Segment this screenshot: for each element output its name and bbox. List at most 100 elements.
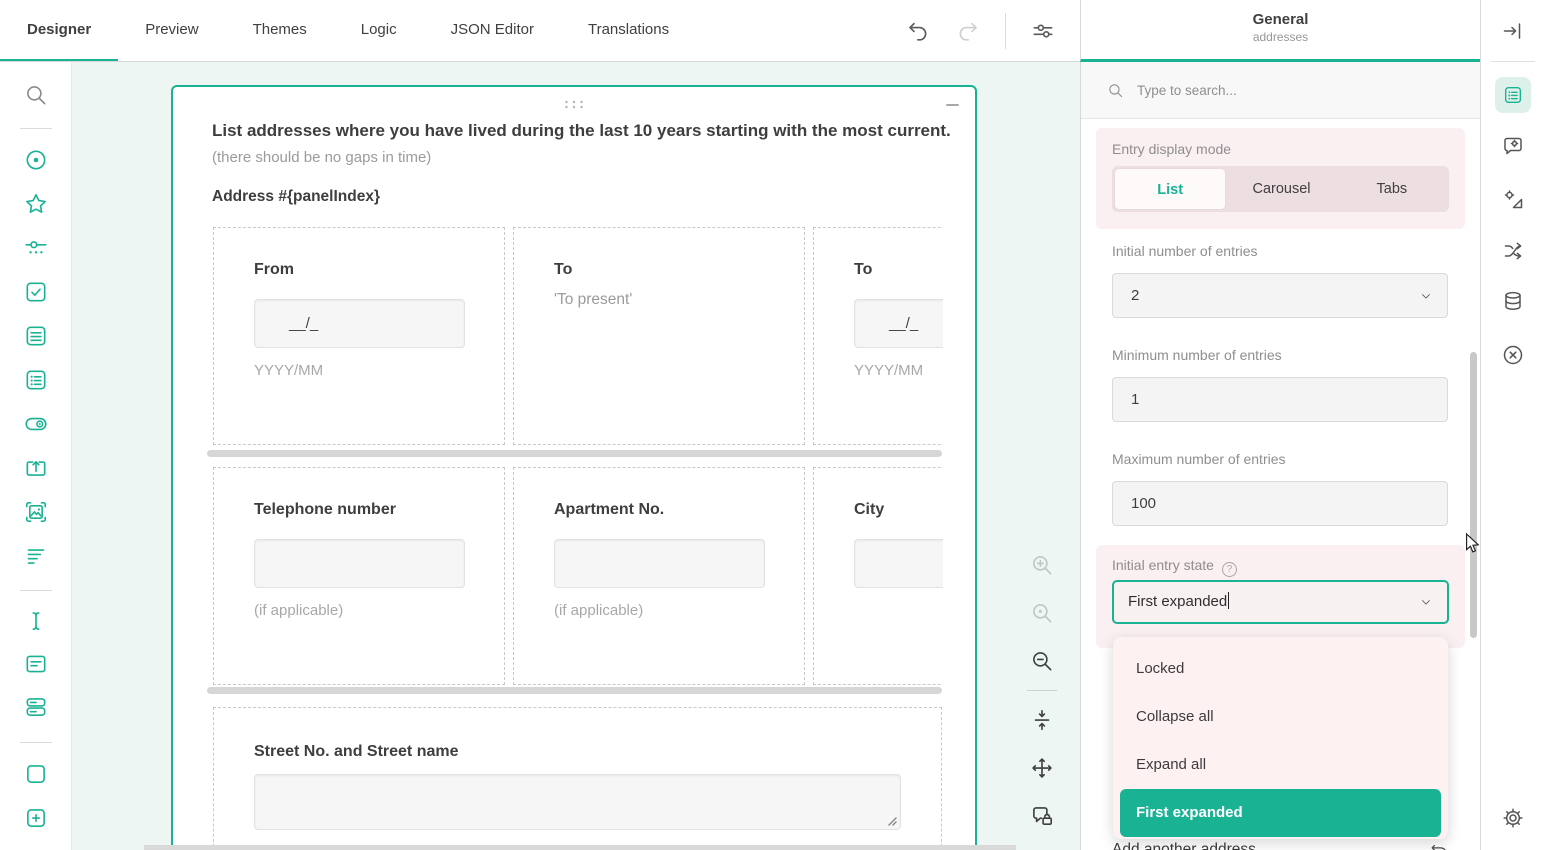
long-text-icon[interactable]: [23, 651, 49, 677]
panel-icon[interactable]: [23, 761, 49, 787]
text-input[interactable]: [554, 539, 765, 588]
tab-themes[interactable]: Themes: [226, 0, 334, 61]
theme-tab-icon[interactable]: [1501, 187, 1525, 211]
question-phone[interactable]: Telephone number (if applicable): [213, 467, 505, 685]
row-horizontal-scrollbar[interactable]: [207, 687, 942, 694]
chevron-down-icon: [1419, 289, 1433, 303]
dropdown-icon[interactable]: [23, 323, 49, 349]
drag-handle-icon[interactable]: [564, 96, 585, 114]
checkbox-icon[interactable]: [23, 279, 49, 305]
collapse-question-icon[interactable]: [946, 104, 959, 106]
data-tab-icon[interactable]: [1501, 289, 1525, 313]
property-grid-tab-active[interactable]: [1495, 77, 1531, 113]
question-to-present[interactable]: To 'To present': [513, 227, 805, 445]
multiple-textboxes-icon[interactable]: [23, 694, 49, 720]
dropdown-option-collapse-all[interactable]: Collapse all: [1113, 693, 1448, 741]
text-input[interactable]: [254, 539, 465, 588]
tab-logic[interactable]: Logic: [334, 0, 424, 61]
tab-preview[interactable]: Preview: [118, 0, 225, 61]
dropdown-option-expand-all[interactable]: Expand all: [1113, 741, 1448, 789]
question-street[interactable]: Street No. and Street name: [213, 707, 942, 850]
lock-questions-icon[interactable]: [1029, 803, 1055, 829]
tab-designer[interactable]: Designer: [0, 0, 119, 61]
question-to-date[interactable]: To __/_ YYYY/MM: [813, 227, 943, 445]
radiogroup-icon[interactable]: [23, 147, 49, 173]
tab-translations[interactable]: Translations: [561, 0, 696, 61]
creator-tabs: Designer Preview Themes Logic JSON Edito…: [0, 0, 696, 61]
expression-value: 'To present': [554, 291, 633, 308]
reset-to-default-icon[interactable]: [1429, 841, 1449, 850]
surface-horizontal-scrollbar[interactable]: [144, 845, 1016, 850]
dynamic-panel-icon[interactable]: [23, 805, 49, 831]
ranking-icon[interactable]: [23, 543, 49, 569]
close-tab-icon[interactable]: [1501, 343, 1525, 367]
resize-handle-icon[interactable]: [887, 816, 897, 826]
masked-date-input[interactable]: __/_: [854, 299, 943, 348]
toolbox-divider: [20, 742, 52, 743]
street-textarea[interactable]: [254, 774, 901, 830]
template-row-2: Telephone number (if applicable) Apartme…: [213, 467, 943, 685]
row-horizontal-scrollbar[interactable]: [207, 450, 942, 457]
image-picker-icon[interactable]: [23, 499, 49, 525]
file-upload-icon[interactable]: [23, 455, 49, 481]
panel-template-title: Address #{panelIndex}: [212, 188, 380, 205]
dynamic-panel-question-card[interactable]: List addresses where you have lived duri…: [171, 85, 977, 850]
question-from[interactable]: From __/_ YYYY/MM: [213, 227, 505, 445]
rating-star-icon[interactable]: [23, 191, 49, 217]
initial-entry-state-combobox[interactable]: First expanded: [1112, 580, 1449, 624]
max-entries-label: Maximum number of entries: [1112, 451, 1286, 467]
sidebar-tab-strip: [1480, 0, 1544, 850]
min-entries-input[interactable]: 1: [1112, 377, 1448, 422]
zoom-100-icon[interactable]: [1029, 600, 1055, 626]
dropdown-option-first-expanded-selected[interactable]: First expanded: [1120, 789, 1441, 837]
initial-entry-state-value: First expanded: [1128, 593, 1228, 610]
settings-gear-icon[interactable]: [1501, 806, 1525, 830]
logic-tab-icon[interactable]: [1501, 239, 1525, 263]
slider-icon[interactable]: [23, 235, 49, 261]
max-entries-input[interactable]: 100: [1112, 481, 1448, 526]
question-label: Apartment No.: [554, 501, 665, 518]
fit-page-icon[interactable]: [1029, 707, 1055, 733]
tab-json-editor[interactable]: JSON Editor: [424, 0, 561, 61]
question-label: City: [854, 501, 885, 518]
property-panel-header: General addresses: [1080, 0, 1480, 62]
toolbox-divider: [20, 128, 52, 129]
selected-element-name: addresses: [1252, 30, 1309, 44]
text-input-icon[interactable]: [23, 608, 49, 634]
next-property-row: Add another address: [1112, 841, 1449, 850]
initial-entries-label: Initial number of entries: [1112, 243, 1258, 259]
option-list[interactable]: List: [1114, 168, 1227, 210]
question-apartment[interactable]: Apartment No. (if applicable): [513, 467, 805, 685]
help-icon[interactable]: ?: [1221, 562, 1237, 577]
comments-tab-icon[interactable]: [1501, 134, 1525, 158]
min-entries-label: Minimum number of entries: [1112, 347, 1282, 363]
zoom-in-icon[interactable]: [1029, 552, 1055, 578]
toolbox-search-icon[interactable]: [23, 82, 49, 108]
multiselect-dropdown-icon[interactable]: [23, 367, 49, 393]
toolbar-divider: [1005, 12, 1006, 49]
collapse-sidebar-icon[interactable]: [1501, 19, 1525, 43]
initial-entries-select[interactable]: 2: [1112, 273, 1448, 318]
property-search-input[interactable]: [1137, 82, 1437, 98]
zoom-out-icon[interactable]: [1029, 648, 1055, 674]
undo-icon[interactable]: [905, 18, 931, 44]
question-city[interactable]: City: [813, 467, 943, 685]
option-tabs[interactable]: Tabs: [1337, 168, 1447, 210]
masked-date-input[interactable]: __/_: [254, 299, 465, 348]
initial-entry-state-label: Initial entry state?: [1112, 557, 1237, 577]
dropdown-option-locked[interactable]: Locked: [1113, 645, 1448, 693]
search-icon: [1107, 82, 1124, 99]
property-panel-scrollbar[interactable]: [1470, 352, 1477, 638]
redo-icon[interactable]: [955, 18, 981, 44]
drag-surface-icon[interactable]: [1029, 755, 1055, 781]
toolbox-sidebar: [0, 62, 72, 850]
entry-display-mode-label: Entry display mode: [1112, 141, 1232, 157]
question-label: To: [854, 261, 873, 278]
entry-display-mode-segmented: List Carousel Tabs: [1112, 166, 1449, 212]
option-carousel[interactable]: Carousel: [1226, 168, 1336, 210]
max-entries-value: 100: [1131, 495, 1157, 512]
text-caret: [1228, 592, 1230, 609]
boolean-toggle-icon[interactable]: [23, 411, 49, 437]
text-input[interactable]: [854, 539, 943, 588]
settings-sliders-icon[interactable]: [1030, 18, 1056, 44]
